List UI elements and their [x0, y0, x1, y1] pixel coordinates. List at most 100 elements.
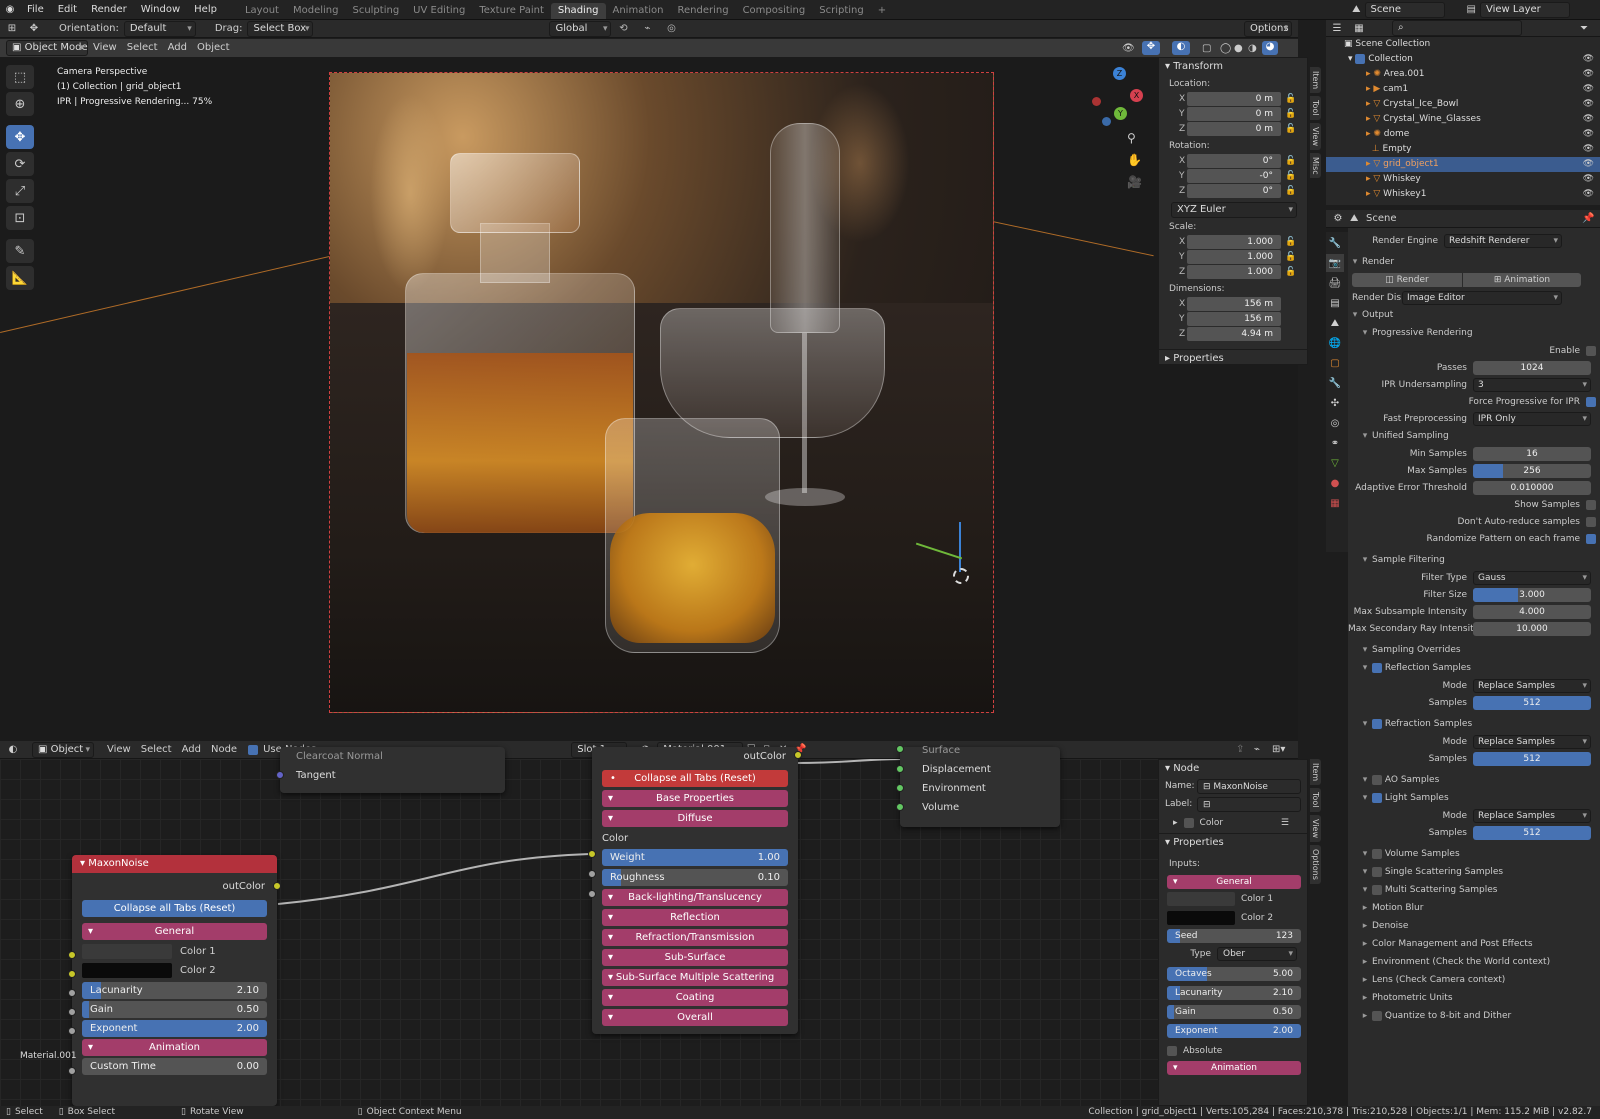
tab-view[interactable]: View [1310, 122, 1321, 150]
diffuse-tab[interactable]: ▾ Diffuse [602, 810, 788, 827]
outliner-search-field[interactable]: ⌕ [1392, 20, 1522, 36]
particles-tab-icon[interactable]: ✣ [1326, 394, 1344, 412]
list-item[interactable]: ▸ ▽ Crystal_Ice_Bowl 👁 [1326, 97, 1600, 112]
aet-field[interactable]: 0.010000 [1473, 480, 1591, 495]
menu-select[interactable]: Select [122, 39, 163, 57]
light-mode-dropdown[interactable]: Replace Samples [1473, 808, 1591, 823]
filter-size-field[interactable]: 3.000 [1473, 587, 1591, 602]
node-tab-tool[interactable]: Tool [1310, 788, 1321, 812]
lock-icon[interactable]: 🔓 [1281, 124, 1301, 134]
maxon-noise-node[interactable]: ▾ MaxonNoise outColor Collapse all Tabs … [68, 855, 281, 1106]
collection-row[interactable]: ▾ Collection 👁 [1326, 52, 1600, 67]
sidebar-color1-swatch[interactable] [1167, 891, 1235, 906]
redshift-material-node[interactable]: outColor • Collapse all Tabs (Reset) ▾ Bas… [588, 747, 802, 1034]
node-menu-select[interactable]: Select [136, 741, 177, 759]
coating-tab[interactable]: ▾ Coating [602, 989, 788, 1006]
tab-compositing[interactable]: Compositing [736, 3, 813, 19]
list-item[interactable]: ▸ ▽ Crystal_Wine_Glasses 👁 [1326, 112, 1600, 127]
custom-time-socket[interactable] [68, 1067, 76, 1075]
lacunarity-socket[interactable] [68, 989, 76, 997]
fast-pre-dropdown[interactable]: IPR Only [1473, 411, 1591, 426]
eye-icon[interactable]: 👁 [1583, 82, 1594, 97]
refraction-checkbox[interactable] [1372, 718, 1382, 729]
use-nodes-checkbox[interactable] [248, 744, 259, 755]
orientation-dropdown[interactable]: Default [123, 20, 196, 37]
ipr-under-dropdown[interactable]: 3 [1473, 377, 1591, 392]
eye-icon[interactable]: 👁 [1583, 112, 1594, 127]
physics-tab-icon[interactable]: ◎ [1326, 414, 1344, 432]
tab-tool[interactable]: Tool [1310, 96, 1321, 120]
weight-slider[interactable]: Weight 1.00 [602, 849, 788, 866]
motion-blur-section[interactable]: ▸ Motion Blur [1348, 899, 1600, 917]
shading-wireframe-icon[interactable]: ◯ [1220, 43, 1234, 54]
rot-x-field[interactable]: 0° [1187, 154, 1281, 168]
proportional-edit-icon[interactable]: ◎ [659, 23, 683, 34]
list-item[interactable]: ▸ ▶ cam1 👁 [1326, 82, 1600, 97]
gain-socket[interactable] [68, 1008, 76, 1016]
refraction-samples-field[interactable]: 512 [1473, 751, 1591, 766]
menu-view[interactable]: View [88, 39, 122, 57]
eye-icon[interactable]: 👁 [1583, 187, 1594, 202]
render-button[interactable]: ◫ Render [1352, 273, 1462, 287]
reflection-checkbox[interactable] [1372, 662, 1382, 673]
pin-icon[interactable]: 📌 [1582, 213, 1600, 224]
list-item[interactable]: ▸ ✺ Area.001 👁 [1326, 67, 1600, 82]
options-dropdown[interactable]: Options [1244, 20, 1292, 37]
tab-sculpting[interactable]: Sculpting [345, 3, 406, 19]
lock-icon[interactable]: 🔓 [1281, 252, 1301, 262]
enable-checkbox[interactable] [1586, 345, 1596, 356]
seed-field[interactable]: Seed 123 [1167, 929, 1301, 943]
render-display-dropdown[interactable]: Image Editor [1402, 290, 1562, 305]
passes-field[interactable]: 1024 [1473, 360, 1591, 375]
list-item[interactable]: ⊥ Empty 👁 [1326, 142, 1600, 157]
lock-icon[interactable]: 🔓 [1281, 267, 1301, 277]
general-tab-button[interactable]: ▾ General [82, 923, 267, 940]
principled-node-partial[interactable]: Clearcoat Normal Tangent [276, 747, 505, 793]
mode-dropdown[interactable]: ▣ Object Mode [6, 40, 88, 56]
quantize-checkbox[interactable] [1372, 1010, 1382, 1021]
view-layer-tab-icon[interactable]: ▤ [1326, 294, 1344, 312]
lock-icon[interactable]: 🔓 [1281, 109, 1301, 119]
weight-socket[interactable] [588, 870, 596, 878]
color-checkbox[interactable] [1183, 818, 1194, 828]
constraints-tab-icon[interactable]: ⚭ [1326, 434, 1344, 452]
tab-layout[interactable]: Layout [238, 3, 286, 19]
light-samples-section[interactable]: ▾ Light Samples [1348, 789, 1600, 807]
transform-panel-title[interactable]: ▾ Transform [1159, 58, 1307, 75]
parent-node-icon[interactable]: ⇪ [1236, 744, 1254, 755]
node-panel-header[interactable]: ▾ Node [1159, 760, 1307, 777]
multi-scatter-checkbox[interactable] [1372, 884, 1382, 895]
scene-collection-row[interactable]: ▣ Scene Collection [1326, 37, 1600, 52]
progressive-section[interactable]: ▾ Progressive Rendering [1348, 324, 1600, 342]
rotate-tool-icon[interactable]: ⟳ [6, 152, 34, 176]
visibility-icon[interactable]: 👁 [1122, 43, 1142, 54]
shader-type-dropdown[interactable]: ▣ Object [32, 741, 94, 758]
base-props-tab[interactable]: ▾ Base Properties [602, 790, 788, 807]
move-tool-icon[interactable]: ✥ [24, 23, 44, 34]
node-menu-add[interactable]: Add [177, 741, 206, 759]
texture-tab-icon[interactable]: ▦ [1326, 494, 1344, 512]
sample-filtering-section[interactable]: ▾ Sample Filtering [1348, 551, 1600, 569]
max-sub-field[interactable]: 4.000 [1473, 604, 1591, 619]
multi-scatter-section[interactable]: ▾ Multi Scattering Samples [1348, 881, 1600, 899]
scene-tab-icon[interactable]: ⛰ [1326, 314, 1344, 332]
exponent-slider[interactable]: Exponent 2.00 [82, 1020, 267, 1037]
scale-z-field[interactable]: 1.000 [1187, 265, 1281, 279]
overall-tab[interactable]: ▾ Overall [602, 1009, 788, 1026]
menu-help[interactable]: Help [187, 0, 224, 20]
menu-file[interactable]: File [20, 0, 51, 20]
roughness-socket[interactable] [588, 890, 596, 898]
color-input-socket[interactable] [588, 850, 596, 858]
filter-type-dropdown[interactable]: Gauss [1473, 570, 1591, 585]
node-menu-view[interactable]: View [102, 741, 136, 759]
tab-scripting[interactable]: Scripting [812, 3, 870, 19]
color2-swatch[interactable] [82, 963, 172, 978]
measure-tool-icon[interactable]: 📐 [6, 266, 34, 290]
subsurface-tab[interactable]: ▾ Sub-Surface [602, 949, 788, 966]
filter-icon[interactable]: ⏷ [1580, 23, 1600, 34]
lock-icon[interactable]: 🔓 [1281, 237, 1301, 247]
list-item-selected[interactable]: ▸ ▽ grid_object1 👁 [1326, 157, 1600, 172]
select-box-tool-icon[interactable]: ⬚ [6, 65, 34, 89]
snap-node-icon[interactable]: ⌁ [1254, 744, 1272, 755]
node-editor-type-icon[interactable]: ◐ [0, 744, 26, 755]
